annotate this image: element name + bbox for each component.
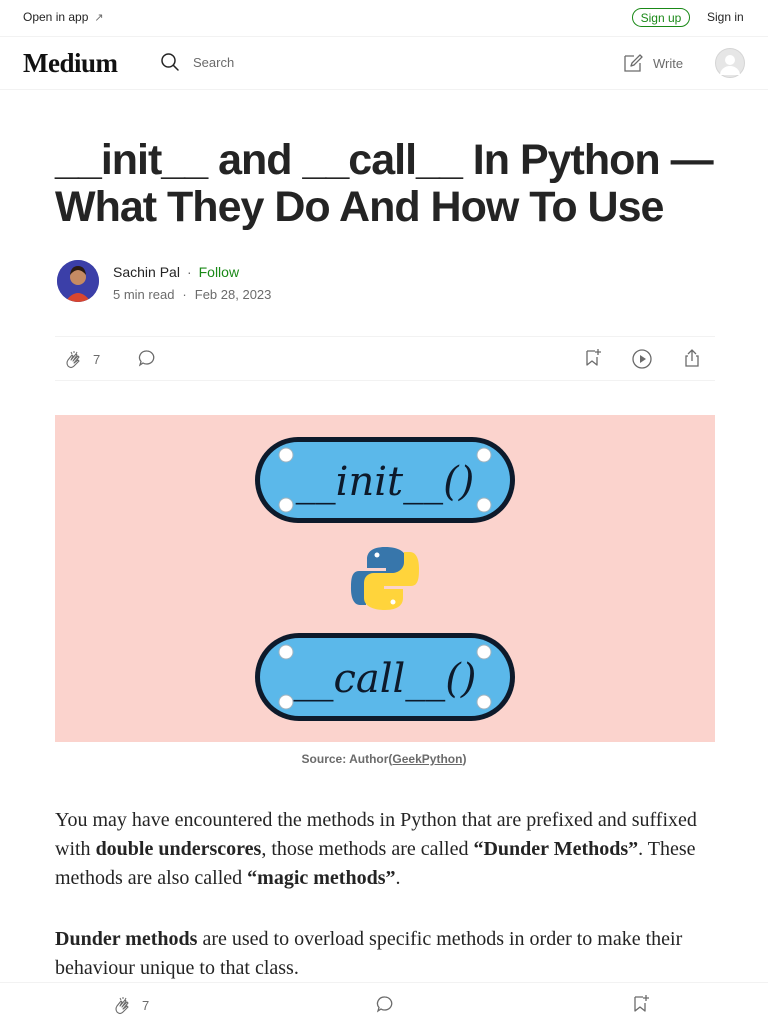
separator-dot: · — [186, 264, 192, 280]
search-input[interactable]: Search — [160, 52, 234, 72]
share-button[interactable] — [682, 348, 702, 368]
clap-count: 7 — [93, 351, 101, 367]
author-photo-icon — [57, 260, 99, 302]
author-avatar[interactable] — [57, 260, 99, 302]
bottom-clap-button[interactable]: 7 — [112, 994, 149, 1016]
caption-prefix: Source: Author( — [301, 752, 393, 766]
call-label: __call__() — [293, 656, 476, 702]
init-label: __init__() — [296, 459, 475, 505]
medium-logo[interactable]: Medium — [23, 48, 118, 79]
follow-button[interactable]: Follow — [199, 264, 239, 280]
bottom-action-bar: 7 — [0, 982, 768, 1025]
bottom-clap-count: 7 — [142, 997, 150, 1013]
comment-icon — [376, 996, 393, 1013]
p1-bold-3: “magic methods” — [247, 867, 396, 889]
search-icon — [161, 53, 179, 71]
clap-button[interactable]: 7 — [63, 348, 100, 370]
bookmark-add-icon — [634, 995, 649, 1012]
bottom-response-button[interactable] — [375, 994, 395, 1014]
bookmark-add-icon — [586, 349, 601, 366]
clap-icon — [66, 351, 80, 369]
title-line-1: __init__ and __call__ In Python — — [55, 136, 714, 184]
author-name[interactable]: Sachin Pal — [113, 264, 180, 280]
image-caption: Source: Author(GeekPython) — [0, 752, 768, 766]
article-title: __init__ and __call__ In Python — What T… — [55, 137, 715, 231]
open-in-app-label: Open in app — [23, 10, 89, 24]
share-icon — [685, 349, 699, 367]
publish-date: Feb 28, 2023 — [194, 287, 272, 302]
p1-bold-1: double underscores — [95, 838, 262, 860]
sign-in-link[interactable]: Sign in — [707, 10, 744, 24]
caption-suffix: ) — [462, 752, 467, 766]
p2-bold-1: Dunder methods — [55, 928, 198, 950]
site-header: Medium Search Write — [0, 37, 768, 90]
p1-bold-2: “Dunder Methods” — [473, 838, 639, 860]
caption-link[interactable]: GeekPython — [392, 752, 462, 766]
response-button[interactable] — [137, 348, 157, 368]
open-in-app-link[interactable]: Open in app ↗ — [23, 10, 104, 24]
separator-dot: · — [182, 287, 187, 302]
listen-button[interactable] — [631, 348, 653, 370]
external-arrow-icon: ↗ — [94, 11, 104, 24]
sign-up-button[interactable]: Sign up — [632, 8, 690, 27]
write-button[interactable]: Write — [622, 52, 683, 74]
article-meta: 5 min read · Feb 28, 2023 — [113, 287, 271, 302]
paragraph-2: Dunder methods are used to overload spec… — [55, 925, 715, 983]
hero-illustration: __init__() __call__() — [255, 437, 515, 721]
hero-image: __init__() __call__() — [55, 415, 715, 742]
p1-text-4: . — [395, 867, 401, 889]
clap-icon — [115, 997, 129, 1015]
title-line-2: What They Do And How To Use — [55, 183, 664, 231]
comment-icon — [138, 350, 155, 367]
bottom-bookmark-button[interactable] — [631, 994, 651, 1014]
top-strip: Open in app ↗ Sign up Sign in — [0, 0, 768, 37]
paragraph-1: You may have encountered the methods in … — [55, 806, 715, 893]
bookmark-button[interactable] — [583, 348, 603, 368]
author-row: Sachin Pal · Follow — [113, 264, 239, 280]
p1-text-2: , those methods are called — [261, 838, 474, 860]
article-action-bar: 7 — [55, 336, 715, 381]
user-placeholder-icon — [720, 55, 740, 75]
play-icon — [632, 349, 652, 369]
write-label: Write — [653, 55, 684, 71]
read-time: 5 min read — [113, 287, 175, 302]
search-placeholder: Search — [193, 54, 235, 70]
python-logo-icon — [351, 547, 419, 610]
user-avatar[interactable] — [715, 48, 745, 78]
write-icon — [624, 54, 643, 72]
